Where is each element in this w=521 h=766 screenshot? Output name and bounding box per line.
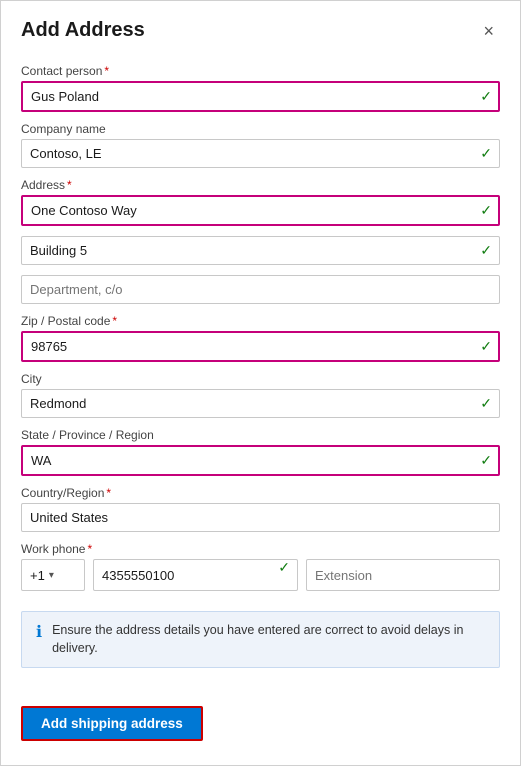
- country-region-field: Country/Region *: [21, 486, 500, 532]
- info-icon: ℹ: [36, 622, 42, 642]
- address-line3-input[interactable]: [21, 275, 500, 304]
- address-line3-input-wrapper: [21, 275, 500, 304]
- add-shipping-address-button[interactable]: Add shipping address: [21, 706, 203, 741]
- required-star-country: *: [106, 486, 111, 500]
- contact-person-input[interactable]: [21, 81, 500, 112]
- address-line1-input-wrapper: ✓: [21, 195, 500, 226]
- chevron-down-icon: ▾: [49, 570, 54, 581]
- address-field: Address * ✓: [21, 178, 500, 226]
- country-region-label: Country/Region *: [21, 486, 500, 500]
- required-star: *: [104, 64, 109, 78]
- info-banner-text: Ensure the address details you have ente…: [52, 622, 485, 657]
- state-province-label: State / Province / Region: [21, 428, 500, 442]
- required-star-address: *: [67, 178, 72, 192]
- info-banner: ℹ Ensure the address details you have en…: [21, 611, 500, 668]
- zip-postal-input[interactable]: [21, 331, 500, 362]
- address-line2-input-wrapper: ✓: [21, 236, 500, 265]
- address-line2-input[interactable]: [21, 236, 500, 265]
- phone-country-code: +1: [30, 568, 45, 583]
- dialog-title: Add Address: [21, 19, 145, 42]
- work-phone-field: Work phone * +1 ▾ ✓: [21, 542, 500, 591]
- country-region-input[interactable]: [21, 503, 500, 532]
- contact-person-label: Contact person *: [21, 64, 500, 78]
- city-field: City ✓: [21, 372, 500, 418]
- phone-country-selector[interactable]: +1 ▾: [21, 559, 85, 591]
- add-address-dialog: Add Address × Contact person * ✓ Company…: [0, 0, 521, 766]
- state-province-input[interactable]: [21, 445, 500, 476]
- contact-person-field: Contact person * ✓: [21, 64, 500, 112]
- phone-row: +1 ▾ ✓: [21, 559, 500, 591]
- city-input[interactable]: [21, 389, 500, 418]
- company-name-label: Company name: [21, 122, 500, 136]
- required-star-phone: *: [87, 542, 92, 556]
- contact-person-input-wrapper: ✓: [21, 81, 500, 112]
- phone-number-wrapper: ✓: [93, 559, 298, 591]
- address-label: Address *: [21, 178, 500, 192]
- city-label: City: [21, 372, 500, 386]
- country-region-input-wrapper: [21, 503, 500, 532]
- address-line2-field: ✓: [21, 236, 500, 265]
- dialog-header: Add Address ×: [1, 1, 520, 54]
- company-name-field: Company name ✓: [21, 122, 500, 168]
- work-phone-label: Work phone *: [21, 542, 500, 556]
- zip-postal-input-wrapper: ✓: [21, 331, 500, 362]
- phone-number-input[interactable]: [93, 559, 298, 591]
- state-province-input-wrapper: ✓: [21, 445, 500, 476]
- state-province-field: State / Province / Region ✓: [21, 428, 500, 476]
- extension-input[interactable]: [306, 559, 500, 591]
- dialog-body: Contact person * ✓ Company name ✓ Addres…: [1, 54, 520, 706]
- required-star-zip: *: [112, 314, 117, 328]
- dialog-footer: Add shipping address: [1, 706, 520, 765]
- company-name-input[interactable]: [21, 139, 500, 168]
- company-name-input-wrapper: ✓: [21, 139, 500, 168]
- address-line3-field: [21, 275, 500, 304]
- zip-postal-field: Zip / Postal code * ✓: [21, 314, 500, 362]
- address-line1-input[interactable]: [21, 195, 500, 226]
- zip-postal-label: Zip / Postal code *: [21, 314, 500, 328]
- city-input-wrapper: ✓: [21, 389, 500, 418]
- close-button[interactable]: ×: [477, 20, 500, 42]
